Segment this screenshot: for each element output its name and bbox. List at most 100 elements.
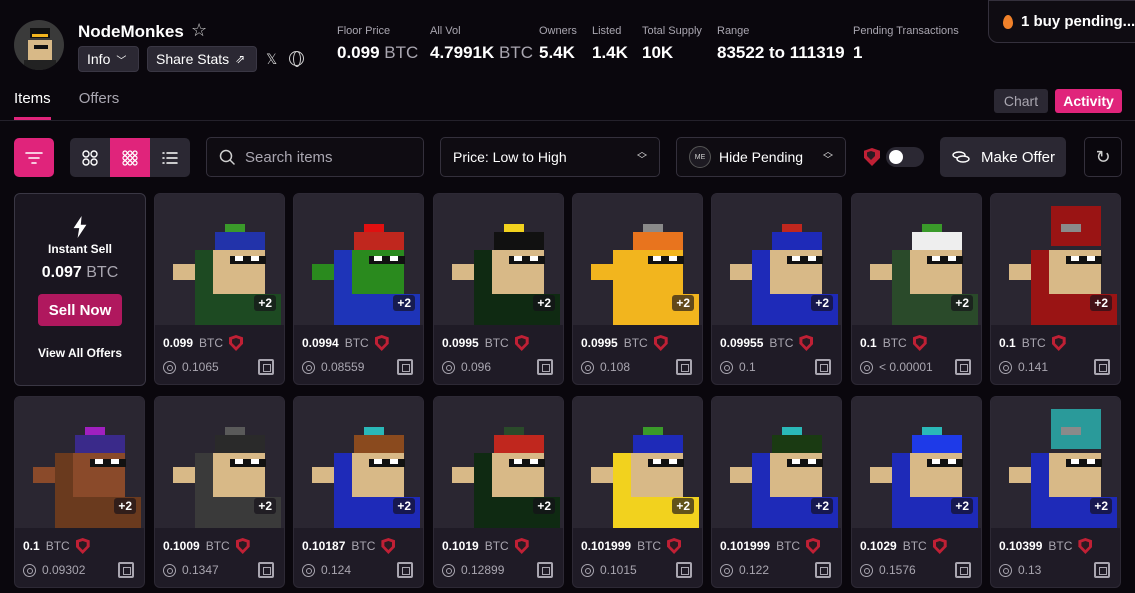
info-dropdown-button[interactable]: Info ﹀ bbox=[78, 46, 139, 72]
price-unit: BTC bbox=[45, 539, 70, 553]
instant-sell-price: 0.097 BTC bbox=[41, 264, 119, 281]
last-sale-row: 0.124 bbox=[302, 563, 351, 577]
last-sale-row: 0.096 bbox=[442, 360, 491, 374]
expand-icon[interactable] bbox=[258, 359, 274, 375]
tab-offers[interactable]: Offers bbox=[79, 90, 120, 120]
pending-banner[interactable]: 1 buy pending... bbox=[988, 0, 1135, 43]
price-row: 0.1019 BTC bbox=[442, 538, 529, 554]
last-sale-value: 0.1576 bbox=[879, 563, 916, 577]
nft-card[interactable]: +2 0.101999 BTC 0.1015 bbox=[572, 396, 703, 588]
expand-icon[interactable] bbox=[537, 562, 553, 578]
trait-count-badge: +2 bbox=[254, 498, 276, 514]
price-value: 0.09955 bbox=[720, 336, 764, 350]
nft-card[interactable]: +2 0.099 BTC 0.1065 bbox=[154, 193, 285, 385]
nft-card[interactable]: +2 0.1029 BTC 0.1576 bbox=[851, 396, 982, 588]
last-sale-coin-icon bbox=[23, 563, 36, 577]
instant-sell-card: Instant Sell 0.097 BTC Sell Now View All… bbox=[14, 193, 146, 386]
last-sale-value: 0.12899 bbox=[461, 563, 505, 577]
tab-items[interactable]: Items bbox=[14, 90, 51, 120]
expand-icon[interactable] bbox=[1094, 562, 1110, 578]
expand-icon[interactable] bbox=[1094, 359, 1110, 375]
expand-icon[interactable] bbox=[815, 562, 831, 578]
nft-card[interactable]: +2 0.1 BTC 0.141 bbox=[990, 193, 1121, 385]
price-unit: BTC bbox=[1048, 539, 1073, 553]
x-twitter-icon[interactable]: 𝕏 bbox=[266, 51, 277, 68]
refresh-button[interactable]: ↻ bbox=[1084, 137, 1122, 177]
last-sale-value: 0.13 bbox=[1018, 563, 1042, 577]
activity-toggle-button[interactable]: Activity bbox=[1055, 89, 1122, 113]
trait-count-badge: +2 bbox=[254, 295, 276, 311]
expand-icon[interactable] bbox=[537, 359, 553, 375]
trait-count-badge: +2 bbox=[114, 498, 136, 514]
verified-shield-icon bbox=[806, 538, 821, 554]
sort-selected-value: Price: Low to High bbox=[453, 149, 567, 165]
view-all-offers-link[interactable]: View All Offers bbox=[15, 346, 145, 360]
nft-card[interactable]: +2 0.0995 BTC 0.096 bbox=[433, 193, 564, 385]
globe-icon[interactable] bbox=[289, 51, 304, 67]
expand-icon[interactable] bbox=[955, 562, 971, 578]
last-sale-value: 0.1015 bbox=[600, 563, 637, 577]
trait-count-badge: +2 bbox=[951, 498, 973, 514]
last-sale-value: 0.096 bbox=[461, 360, 492, 374]
nft-card[interactable]: +2 0.1019 BTC 0.12899 bbox=[433, 396, 564, 588]
verified-shield-icon bbox=[1078, 538, 1093, 554]
chevron-up-down-icon: ︿ ﹀ bbox=[823, 147, 833, 166]
collection-header: NodeMonkes ☆ Info ﹀ Share Stats ⇗ 𝕏 Floo… bbox=[0, 0, 1135, 80]
sell-now-button[interactable]: Sell Now bbox=[38, 294, 122, 326]
price-row: 0.10399 BTC bbox=[999, 538, 1093, 554]
nft-card[interactable]: +2 0.1 BTC < 0.00001 bbox=[851, 193, 982, 385]
list-view-button[interactable] bbox=[150, 138, 190, 177]
verified-shield-icon bbox=[235, 538, 250, 554]
expand-icon[interactable] bbox=[676, 359, 692, 375]
expand-icon[interactable] bbox=[397, 562, 413, 578]
expand-icon[interactable] bbox=[815, 359, 831, 375]
nft-card[interactable]: +2 0.1009 BTC 0.1347 bbox=[154, 396, 285, 588]
expand-icon[interactable] bbox=[258, 562, 274, 578]
verified-shield-icon bbox=[667, 538, 682, 554]
share-stats-button[interactable]: Share Stats ⇗ bbox=[147, 46, 257, 72]
collection-name: NodeMonkes bbox=[78, 22, 184, 41]
nft-card[interactable]: +2 0.0994 BTC 0.08559 bbox=[293, 193, 424, 385]
nft-card[interactable]: +2 0.10187 BTC 0.124 bbox=[293, 396, 424, 588]
expand-icon[interactable] bbox=[955, 359, 971, 375]
price-value: 0.10399 bbox=[999, 539, 1043, 553]
trait-count-badge: +2 bbox=[672, 295, 694, 311]
grid-size-toggle bbox=[70, 138, 190, 177]
verified-toggle[interactable] bbox=[886, 147, 924, 167]
price-value: 0.101999 bbox=[581, 539, 632, 553]
expand-icon[interactable] bbox=[676, 562, 692, 578]
flame-icon bbox=[1003, 14, 1013, 29]
price-unit: BTC bbox=[623, 336, 648, 350]
chart-toggle-button[interactable]: Chart bbox=[994, 89, 1048, 113]
large-grid-button[interactable] bbox=[70, 138, 110, 177]
last-sale-coin-icon bbox=[442, 563, 455, 577]
sort-select[interactable]: Price: Low to High ︿ ﹀ bbox=[440, 137, 660, 177]
nft-card[interactable]: +2 0.0995 BTC 0.108 bbox=[572, 193, 703, 385]
price-unit: BTC bbox=[882, 336, 907, 350]
nft-card[interactable]: +2 0.1 BTC 0.09302 bbox=[14, 396, 145, 588]
small-grid-button[interactable] bbox=[110, 138, 150, 177]
favorite-star-icon[interactable]: ☆ bbox=[191, 20, 207, 41]
price-unit: BTC bbox=[769, 336, 794, 350]
expand-icon[interactable] bbox=[118, 562, 134, 578]
search-input[interactable] bbox=[245, 148, 415, 166]
pending-filter-select[interactable]: ME Hide Pending ︿ ﹀ bbox=[676, 137, 846, 177]
price-unit: BTC bbox=[776, 539, 801, 553]
last-sale-row: < 0.00001 bbox=[860, 360, 933, 374]
last-sale-row: 0.08559 bbox=[302, 360, 364, 374]
expand-icon[interactable] bbox=[397, 359, 413, 375]
nft-card[interactable]: +2 0.101999 BTC 0.122 bbox=[711, 396, 842, 588]
me-logo-icon: ME bbox=[689, 146, 711, 168]
verified-shield-icon bbox=[374, 335, 389, 351]
last-sale-row: 0.108 bbox=[581, 360, 630, 374]
filter-button[interactable] bbox=[14, 138, 54, 177]
price-row: 0.09955 BTC bbox=[720, 335, 814, 351]
trait-count-badge: +2 bbox=[533, 295, 555, 311]
item-tabs: Items Offers bbox=[14, 90, 119, 120]
last-sale-row: 0.141 bbox=[999, 360, 1048, 374]
nft-card[interactable]: +2 0.10399 BTC 0.13 bbox=[990, 396, 1121, 588]
nft-card[interactable]: +2 0.09955 BTC 0.1 bbox=[711, 193, 842, 385]
price-value: 0.0994 bbox=[302, 336, 339, 350]
make-offer-button[interactable]: Make Offer bbox=[940, 137, 1066, 177]
last-sale-row: 0.13 bbox=[999, 563, 1041, 577]
